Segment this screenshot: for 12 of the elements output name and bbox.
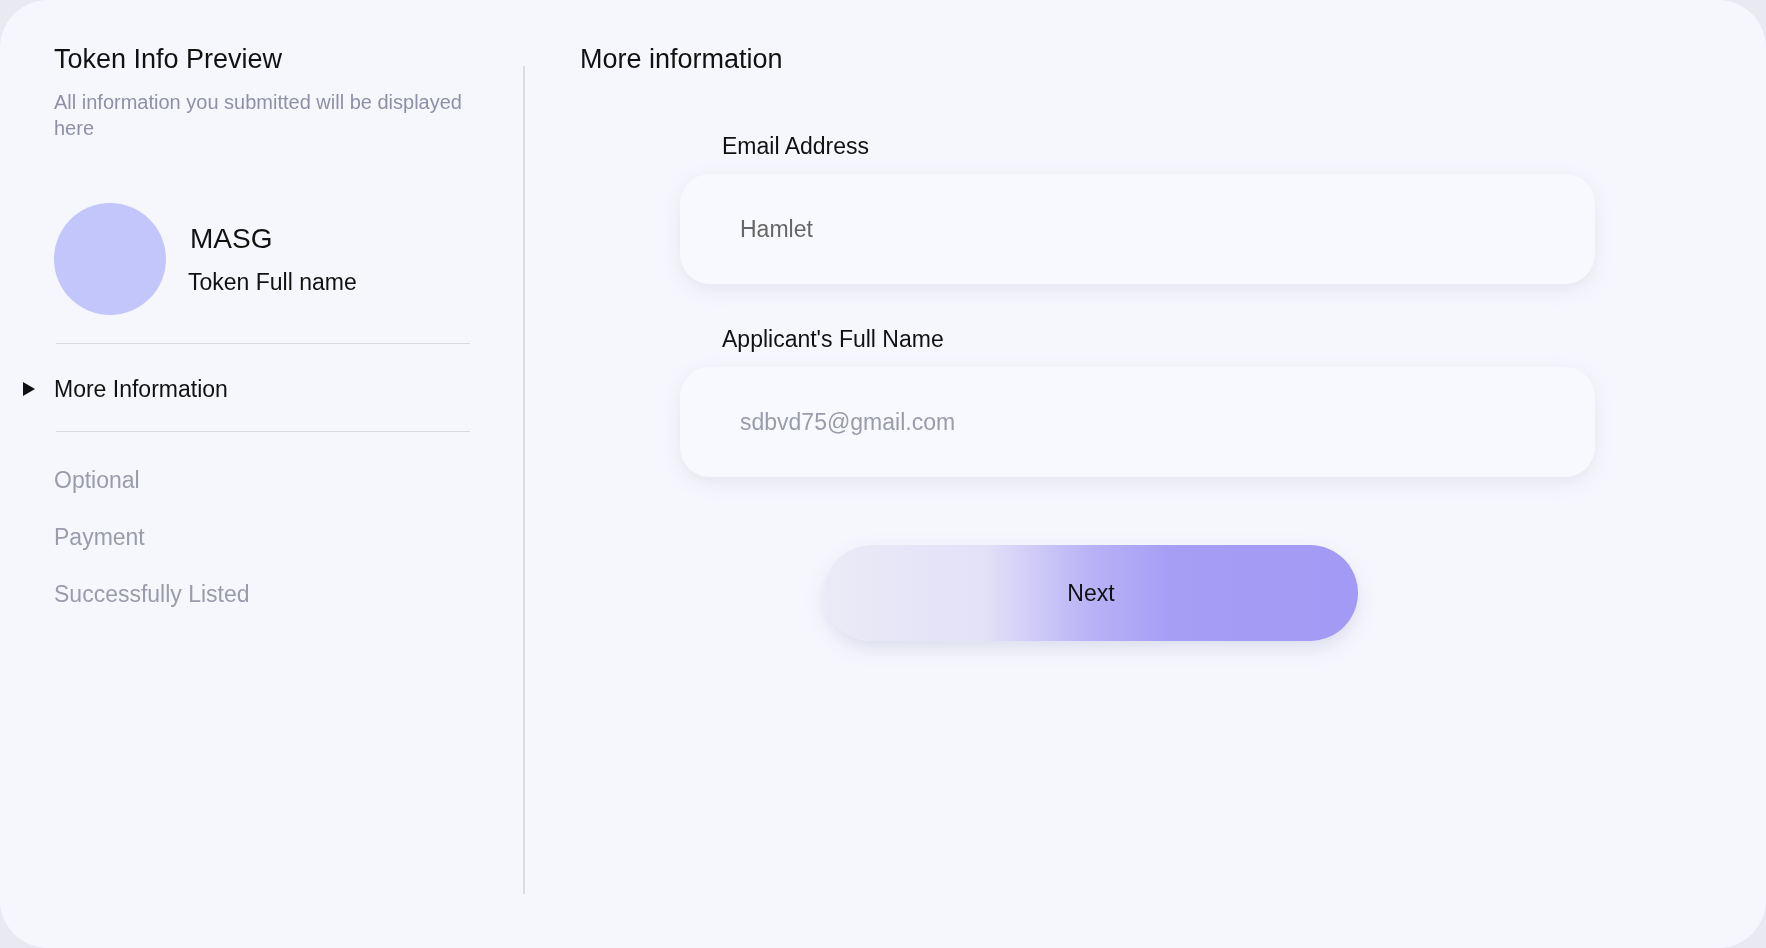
token-name: Token Full name (188, 268, 357, 296)
next-button[interactable]: Next (824, 545, 1358, 641)
preview-title: Token Info Preview (54, 44, 284, 75)
triangle-icon (23, 382, 35, 396)
token-symbol: MASG (190, 222, 274, 255)
field-label: Email Address (722, 133, 870, 160)
input-field[interactable]: sdbvd75@gmail.com (680, 367, 1595, 477)
field-label: Applicant's Full Name (722, 326, 945, 353)
step-item[interactable]: More Information (54, 344, 228, 431)
form-title: More information (580, 44, 784, 75)
preview-subtitle: All information you submitted will be displayed here (54, 90, 463, 141)
input-field[interactable]: Hamlet (680, 174, 1595, 284)
